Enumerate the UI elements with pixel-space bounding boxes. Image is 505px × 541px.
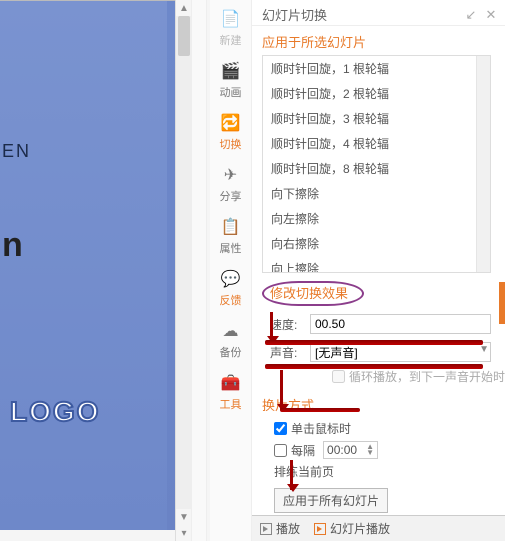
loop-row: 循环播放，到下一声音开始时 (252, 366, 505, 387)
list-scrollbar[interactable] (476, 56, 490, 272)
scroll-page-icon[interactable]: ▾ (176, 525, 192, 541)
slide-text-en: EN (2, 141, 31, 162)
sound-combo[interactable]: ▼ (310, 342, 491, 362)
onclick-label: 单击鼠标时 (291, 420, 351, 437)
list-item[interactable]: 向左擦除 (263, 206, 490, 231)
toolbar-transition[interactable]: 🔁 切换 (210, 104, 251, 156)
list-item[interactable]: 顺时针回旋，2 根轮辐 (263, 81, 490, 106)
chat-icon: 💬 (221, 270, 241, 288)
spinner-icon[interactable]: ▲▼ (366, 444, 374, 456)
panel-header: 幻灯片切换 ↙ ✕ (252, 0, 505, 26)
toolbar-new[interactable]: 📄 新建 (210, 0, 251, 52)
scroll-up-icon[interactable]: ▲ (176, 0, 192, 16)
loop-label: 循环播放，到下一声音开始时 (349, 368, 505, 385)
film-icon: 🎬 (221, 62, 241, 80)
loop-checkbox (332, 370, 345, 383)
toolbar-feedback[interactable]: 💬 反馈 (210, 260, 251, 312)
slide-canvas-inner: EN n LOGO (0, 1, 167, 530)
slideshow-label: 幻灯片播放 (330, 520, 390, 537)
play-label: 播放 (276, 520, 300, 537)
canvas-scrollbar[interactable]: ▲ ▼ ▾ (175, 0, 191, 541)
rehearse-label: 排练当前页 (274, 463, 334, 480)
list-item[interactable]: 向下擦除 (263, 181, 490, 206)
toolbar-new-label: 新建 (210, 32, 251, 48)
toolbar-backup-label: 备份 (210, 344, 251, 360)
apply-all-row: 应用于所有幻灯片 (252, 482, 505, 515)
list-item[interactable]: 顺时针回旋，4 根轮辐 (263, 131, 490, 156)
toolbar-properties-label: 属性 (210, 240, 251, 256)
play-button[interactable]: 播放 (260, 520, 300, 537)
list-item[interactable]: 顺时针回旋，8 根轮辐 (263, 156, 490, 181)
speed-input[interactable] (310, 314, 491, 334)
scroll-thumb[interactable] (178, 16, 190, 56)
properties-icon: 📋 (221, 218, 241, 236)
list-item[interactable]: 顺时针回旋，3 根轮辐 (263, 106, 490, 131)
rehearse-row[interactable]: 排练当前页 (252, 461, 505, 482)
toolbar-backup[interactable]: ☁ 备份 (210, 312, 251, 364)
panel-close-icon[interactable]: ✕ (483, 7, 499, 23)
list-item[interactable]: 顺时针回旋，1 根轮辐 (263, 56, 490, 81)
apply-all-button[interactable]: 应用于所有幻灯片 (274, 488, 388, 513)
chevron-down-icon[interactable]: ▼ (479, 344, 489, 355)
toolbox-icon: 🧰 (221, 374, 241, 392)
sound-input[interactable] (310, 342, 491, 362)
side-toolbar: 📄 新建 🎬 动画 🔁 切换 ✈ 分享 📋 属性 💬 反馈 ☁ 备份 🧰 工具 (210, 0, 252, 541)
sound-row: 声音: ▼ (252, 338, 505, 366)
every-label: 每隔 (291, 442, 315, 459)
toolbar-share-label: 分享 (210, 188, 251, 204)
scroll-down-icon[interactable]: ▼ (176, 509, 192, 525)
toolbar-animation[interactable]: 🎬 动画 (210, 52, 251, 104)
toolbar-tools[interactable]: 🧰 工具 (210, 364, 251, 416)
panel-title: 幻灯片切换 (262, 5, 459, 24)
transition-panel: 幻灯片切换 ↙ ✕ 应用于所选幻灯片 顺时针回旋，1 根轮辐 顺时针回旋，2 根… (252, 0, 505, 541)
panel-footer: 播放 幻灯片播放 (252, 515, 505, 541)
every-checkbox[interactable] (274, 444, 287, 457)
secondary-scrollbar[interactable] (191, 0, 207, 541)
toolbar-feedback-label: 反馈 (210, 292, 251, 308)
section-modify-label: 修改切换效果 (262, 281, 364, 306)
toolbar-properties[interactable]: 📋 属性 (210, 208, 251, 260)
transition-icon: 🔁 (221, 114, 241, 132)
slideshow-button[interactable]: 幻灯片播放 (314, 520, 390, 537)
document-icon: 📄 (221, 10, 241, 28)
list-item[interactable]: 向右擦除 (263, 231, 490, 256)
onclick-checkbox[interactable] (274, 422, 287, 435)
cloud-icon: ☁ (221, 322, 241, 340)
slide-canvas[interactable]: EN n LOGO (0, 0, 175, 530)
every-time-value: 00:00 (327, 443, 357, 457)
section-advance: 换片方式 (252, 387, 505, 418)
every-row: 每隔 00:00 ▲▼ (252, 439, 505, 461)
every-time-input[interactable]: 00:00 ▲▼ (323, 441, 378, 459)
onclick-row: 单击鼠标时 (252, 418, 505, 439)
slide-text-n: n (2, 226, 23, 265)
toolbar-animation-label: 动画 (210, 84, 251, 100)
panel-dock-icon[interactable]: ↙ (463, 7, 479, 23)
speed-label: 速度: (270, 316, 310, 333)
speed-row: 速度: (252, 310, 505, 338)
side-tab-indicator[interactable] (499, 282, 505, 324)
slide-text-logo: LOGO (10, 396, 100, 428)
share-icon: ✈ (221, 166, 241, 184)
section-apply-selected: 应用于所选幻灯片 (252, 26, 505, 55)
slideshow-icon (314, 523, 326, 535)
list-item[interactable]: 向上擦除 (263, 256, 490, 273)
transition-list[interactable]: 顺时针回旋，1 根轮辐 顺时针回旋，2 根轮辐 顺时针回旋，3 根轮辐 顺时针回… (262, 55, 491, 273)
toolbar-tools-label: 工具 (210, 396, 251, 412)
play-icon (260, 523, 272, 535)
section-modify: 修改切换效果 (252, 275, 505, 310)
toolbar-transition-label: 切换 (210, 136, 251, 152)
sound-label: 声音: (270, 344, 310, 361)
toolbar-share[interactable]: ✈ 分享 (210, 156, 251, 208)
